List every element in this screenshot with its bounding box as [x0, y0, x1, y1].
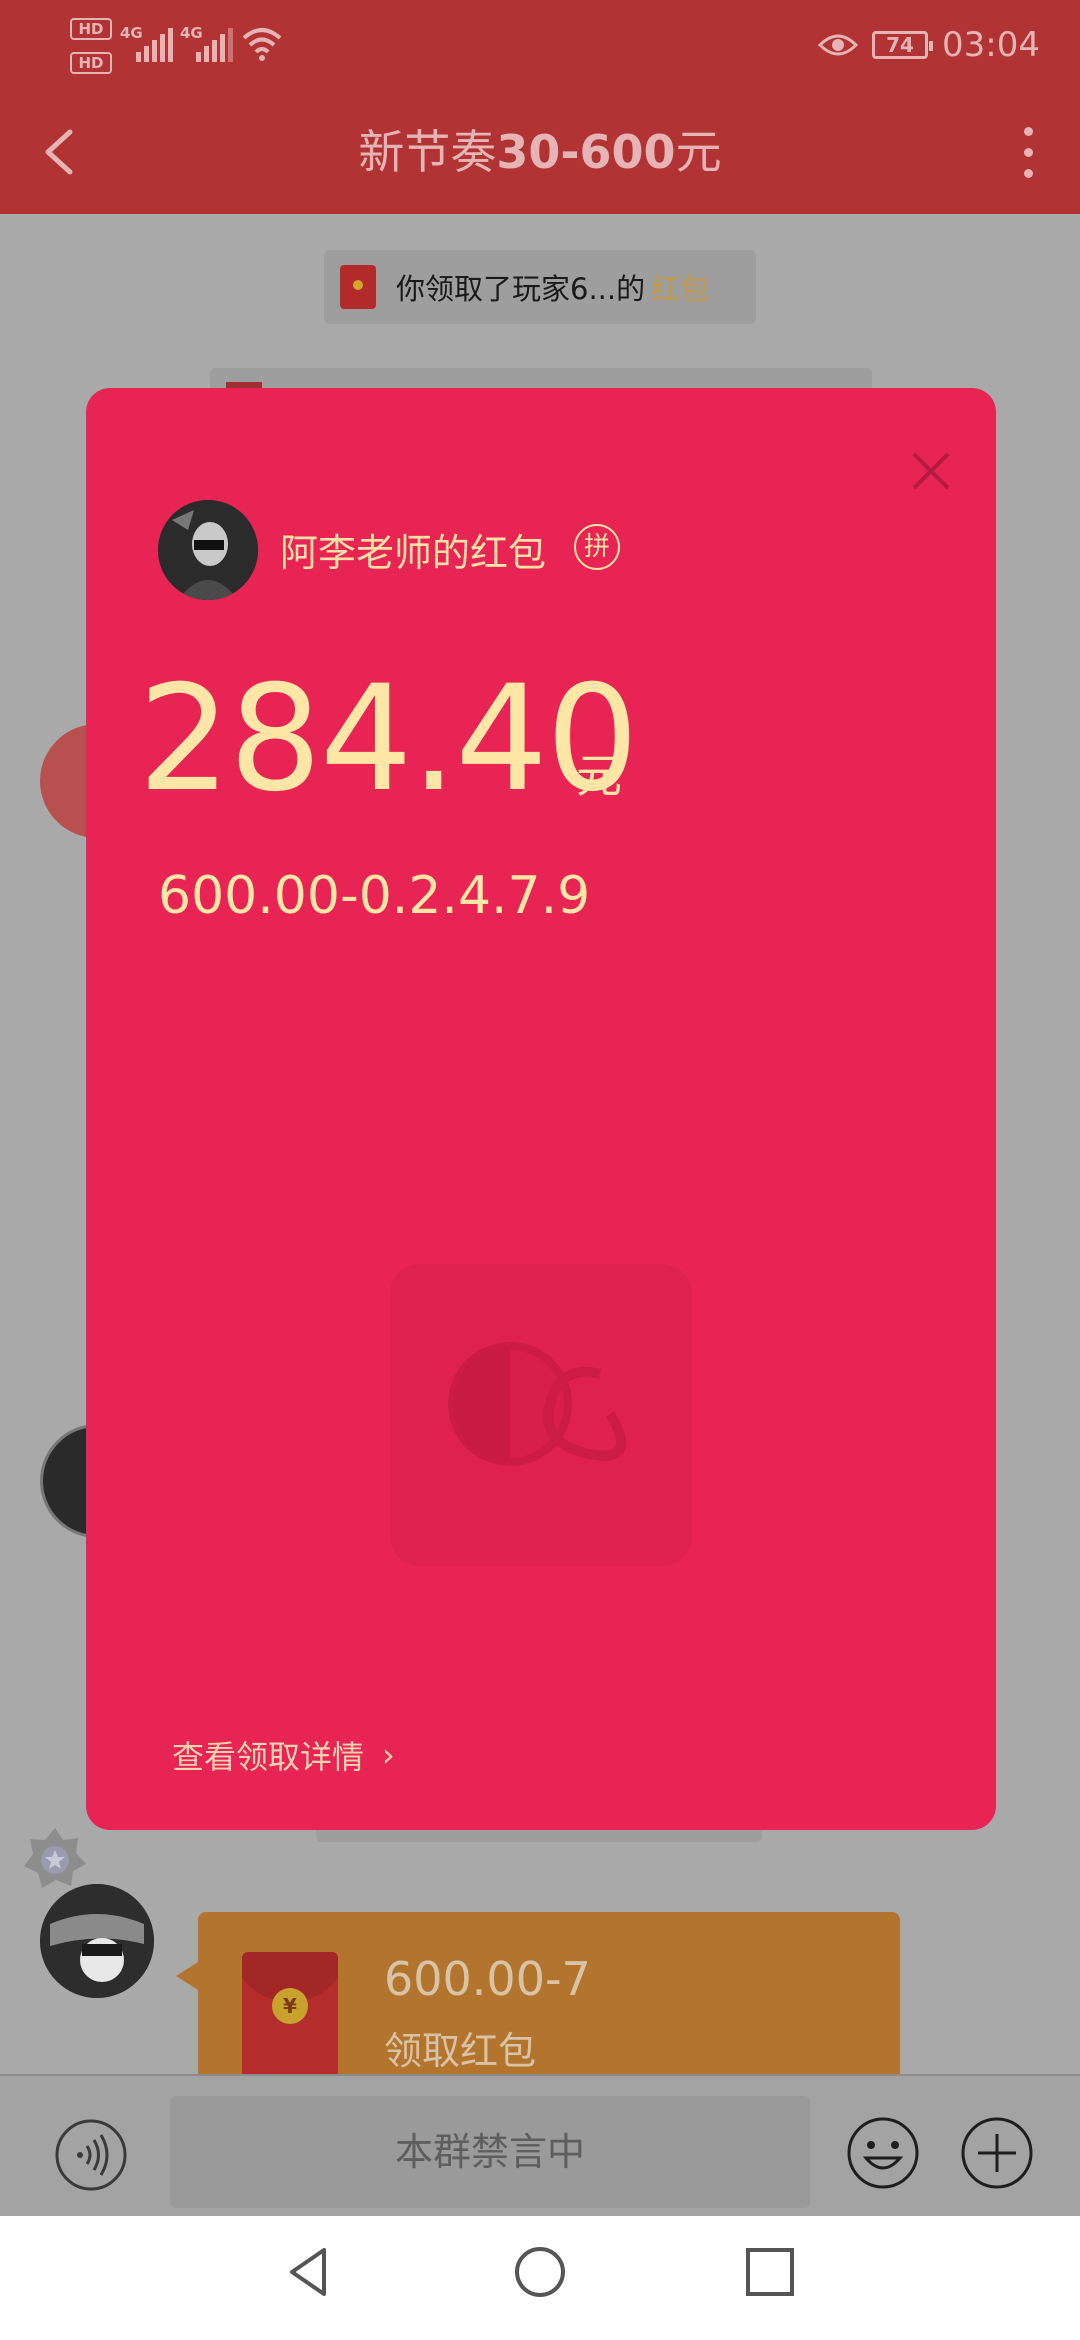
red-packet-message[interactable]: ¥ 600.00-7 领取红包: [176, 1912, 900, 2090]
wifi-icon: [242, 28, 282, 61]
claimed-notice: 你领取了玩家6...的 红包: [324, 250, 756, 324]
view-details-link[interactable]: 查看领取详情 ›: [172, 1732, 395, 1778]
more-vertical-icon[interactable]: [996, 120, 1060, 184]
eye-icon: [818, 34, 859, 56]
plus-icon[interactable]: [960, 2116, 1034, 2190]
emoji-icon[interactable]: [846, 2116, 920, 2190]
group-title: 新节奏30-600元: [358, 125, 722, 179]
nav-home-icon[interactable]: [510, 2242, 570, 2302]
red-packet-modal: 阿李老师的红包 拼 284.40 元 600.00-0.2.4.7.9 查看领取…: [86, 388, 996, 1830]
top-bar: HD HD 4G 4G 74 03:04 新节奏30-600元: [0, 0, 1080, 214]
voice-icon[interactable]: [54, 2118, 128, 2192]
status-right: 74 03:04: [818, 22, 1040, 68]
coin-icon: ¥: [272, 1988, 308, 2024]
input-bar: 本群禁言中: [0, 2074, 1080, 2216]
watermark-logo: [390, 1264, 692, 1566]
avatar[interactable]: [40, 1884, 154, 1998]
sender-name: 阿李老师的红包: [280, 531, 547, 575]
received-amount: 284.40: [138, 654, 639, 824]
hd-badge-2: HD: [70, 52, 112, 74]
red-packet-label: 领取红包: [384, 2029, 537, 2073]
status-bar: HD HD 4G 4G 74 03:04: [0, 0, 1080, 90]
back-arrow-icon[interactable]: [30, 120, 94, 184]
notice-text: 你领取了玩家6...的: [396, 272, 646, 306]
red-envelope-icon: [340, 265, 376, 309]
chevron-right-icon: ›: [382, 1736, 395, 1774]
red-envelope-icon: ¥: [242, 1952, 338, 2090]
hd-badge-1: HD: [70, 18, 112, 40]
pin-badge: 拼: [574, 524, 620, 570]
nav-back-icon[interactable]: [280, 2242, 340, 2302]
member-badge-icon: [24, 1828, 86, 1888]
chat-header: 新节奏30-600元: [0, 90, 1080, 214]
clock: 03:04: [942, 25, 1040, 65]
system-nav-bar: [0, 2216, 1080, 2340]
nav-recents-icon[interactable]: [740, 2242, 800, 2302]
battery-indicator: 74: [872, 31, 934, 59]
sender-avatar: [158, 500, 258, 600]
red-packet-title: 600.00-7: [384, 1952, 591, 2006]
notice-link[interactable]: 红包: [651, 266, 709, 308]
packet-memo: 600.00-0.2.4.7.9: [158, 866, 591, 926]
close-icon[interactable]: [908, 448, 954, 494]
muted-input-field: 本群禁言中: [170, 2096, 810, 2208]
amount-unit: 元: [576, 749, 622, 803]
details-label: 查看领取详情: [172, 1738, 365, 1776]
signal-icon-2: [196, 28, 233, 62]
signal-icon-1: [136, 28, 173, 62]
